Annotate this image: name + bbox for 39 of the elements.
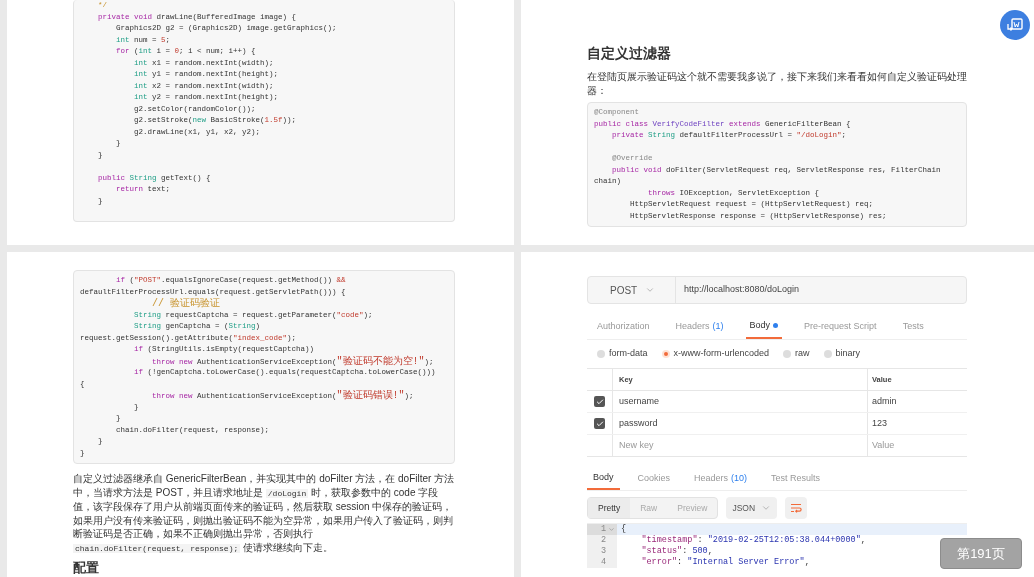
request-tab[interactable]: Headers (1) [671,314,728,339]
chevron-down-icon [761,503,772,513]
table-cell[interactable]: admin [868,391,897,412]
wrap-lines-icon [790,503,803,513]
fold-caret-icon[interactable] [608,526,615,533]
json-line: "error": "Internal Server Error", [640,557,810,568]
format-dropdown[interactable]: JSON [726,497,778,519]
radio-option[interactable]: raw [783,347,810,361]
radio-option[interactable]: form-data [597,347,648,361]
section-heading: 自定义过滤器 [587,44,672,62]
wrap-button[interactable] [785,497,808,519]
view-toggle[interactable]: Pretty [588,498,631,518]
radio-button[interactable] [661,350,670,358]
page-indicator: 第191页 [940,538,1022,569]
radio-button[interactable] [783,350,792,358]
line-number: 4 [600,557,606,568]
table-cell[interactable]: username [613,391,868,412]
checkbox[interactable] [594,396,605,407]
json-line: "status": 500, [640,546,713,557]
table-cell[interactable]: 123 [868,413,888,434]
intro-text: 在登陆页展示验证码这个就不需要我多说了，接下来我们来看看如何自定义验证码处理器： [587,70,967,98]
radio-option[interactable]: x-www-form-urlencoded [661,347,770,361]
checkbox[interactable] [594,418,605,429]
json-line: { [620,524,627,535]
paragraph: 自定义过滤器继承自 GenericFilterBean，并实现其中的 doFilter 方法，在 doFilter 方法中，当请求方法是 POST，并且请求地址是 /doLogin 时，获取参数中的 code 字段值，该字段保存了用户从前端页面传来的验证码，然后获取 session 中保存的验证码，如果用户没有传来验证码，则抛出验证码不能为空异常，如果用户传入了验证码，则判断验证码是否正确，如果不正确则抛出异常，否则执行 chain.doFilter(request, response); 使请求继续向下走。 [73,472,455,555]
section-heading: 配置 [73,559,100,576]
line-number: 1 [600,524,606,535]
document-arrow-icon [1007,18,1023,32]
json-line: "timestamp": "2019-02-25T12:05:38.044+0000", [640,535,866,546]
response-tab[interactable]: Headers (10) [688,467,754,490]
line-number: 3 [600,546,606,557]
line-number: 2 [600,535,606,546]
code-line: // 验证码验证 [151,298,220,310]
radio-option[interactable]: binary [823,347,861,361]
table-cell[interactable]: password [613,413,868,434]
radio-button[interactable] [823,350,832,358]
response-tab[interactable]: Body [587,467,620,490]
radio-button[interactable] [597,350,605,358]
request-tab[interactable]: Body [745,314,783,339]
